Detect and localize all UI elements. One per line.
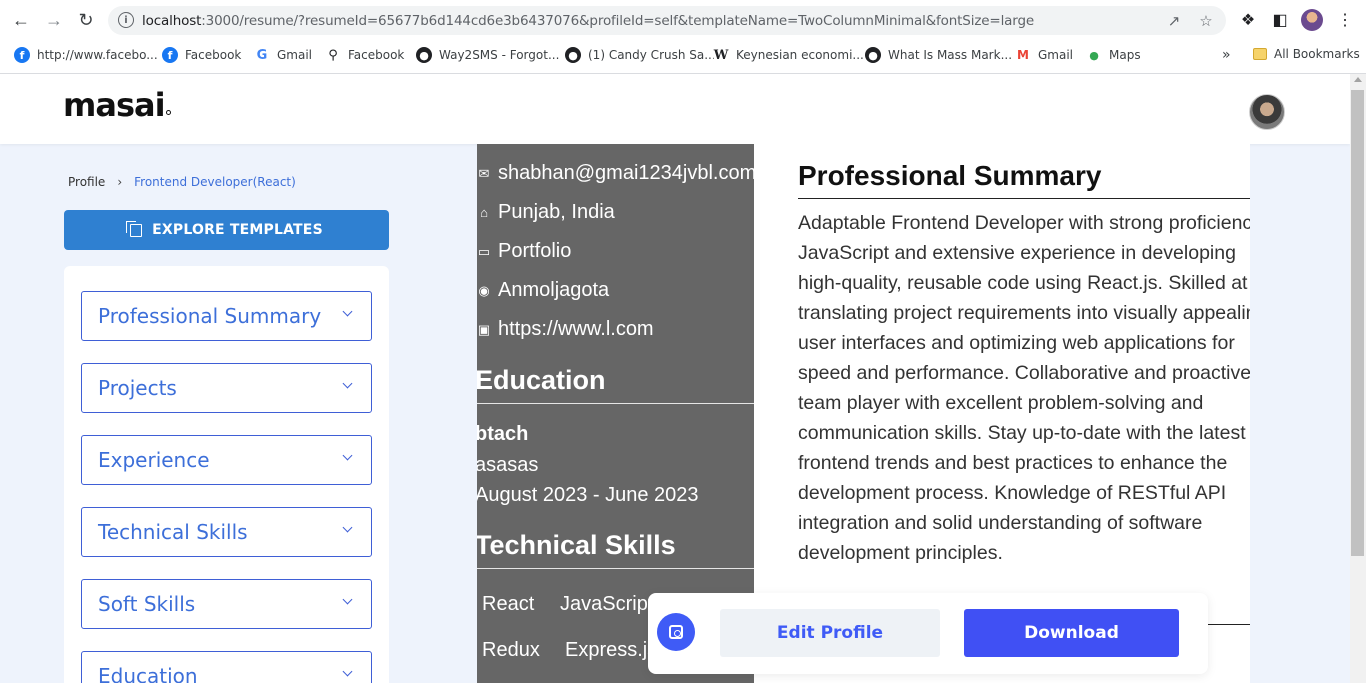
- url-text[interactable]: localhost:3000/resume/?resumeId=65677b6d…: [142, 13, 1034, 29]
- technical-skills-heading: Technical Skills: [477, 530, 676, 560]
- bookmarks-bar: f http://www.facebo... f Facebook G Gmail ⚲…: [0, 43, 1366, 67]
- education-dates: August 2023 - June 2023: [477, 484, 699, 506]
- share-icon[interactable]: ↗: [1166, 13, 1182, 30]
- explore-templates-button[interactable]: EXPLORE TEMPLATES: [64, 210, 389, 250]
- copy-icon: [126, 220, 143, 237]
- globe-icon: ●: [416, 47, 432, 63]
- divider: [477, 568, 754, 569]
- chevron-down-icon: [342, 306, 353, 317]
- bookmark-item[interactable]: ● What Is Mass Mark...: [865, 47, 1012, 63]
- divider: [477, 403, 754, 404]
- masai-logo[interactable]: masai: [63, 86, 171, 124]
- bookmark-item[interactable]: G Gmail: [254, 47, 312, 63]
- linkedin-icon: ▣: [477, 321, 491, 337]
- menu-icon[interactable]: ⋮: [1335, 10, 1355, 30]
- browser-profile-avatar[interactable]: [1301, 9, 1323, 31]
- google-icon: G: [254, 47, 270, 63]
- chevron-down-icon: [342, 594, 353, 605]
- bookmark-item[interactable]: ⚲ Facebook: [325, 47, 404, 63]
- contact-portfolio[interactable]: ▭ Portfolio: [477, 240, 572, 263]
- bookmark-star-icon[interactable]: ☆: [1198, 13, 1214, 30]
- edit-profile-button[interactable]: Edit Profile: [720, 609, 940, 657]
- section-education[interactable]: Education: [81, 651, 372, 683]
- email-icon: ✉: [478, 165, 490, 181]
- bookmark-item[interactable]: f http://www.facebo...: [14, 47, 158, 63]
- side-panel-icon[interactable]: ◧: [1270, 10, 1290, 30]
- contact-linkedin[interactable]: ▣ https://www.l.com: [477, 318, 654, 341]
- section-professional-summary[interactable]: Professional Summary: [81, 291, 372, 341]
- preview-button[interactable]: [657, 613, 695, 651]
- scroll-up-icon[interactable]: [1354, 77, 1362, 82]
- user-avatar[interactable]: [1249, 94, 1285, 130]
- all-bookmarks[interactable]: All Bookmarks: [1253, 47, 1360, 61]
- skill-item: JavaScript: [560, 593, 654, 615]
- education-school: asasas: [477, 454, 539, 476]
- skill-item: Redux: [482, 639, 540, 661]
- professional-summary-heading: Professional Summary: [798, 160, 1102, 191]
- globe-icon: ●: [565, 47, 581, 63]
- section-projects[interactable]: Projects: [81, 363, 372, 413]
- back-icon[interactable]: ←: [9, 8, 33, 32]
- maps-icon: ●: [1086, 47, 1102, 63]
- contact-email: ✉ shabhan@gmai1234jvbl.com: [478, 162, 754, 184]
- chevron-down-icon: [342, 666, 353, 677]
- section-technical-skills[interactable]: Technical Skills: [81, 507, 372, 557]
- globe-icon: ●: [865, 47, 881, 63]
- gmail-icon: M: [1015, 47, 1031, 63]
- breadcrumb-current[interactable]: Frontend Developer(React): [134, 175, 296, 189]
- contact-github[interactable]: ◉ Anmoljagota: [477, 279, 609, 302]
- bookmark-item[interactable]: M Gmail: [1015, 47, 1073, 63]
- page: masai Profile › Frontend Developer(React…: [0, 74, 1350, 683]
- bookmark-item[interactable]: W Keynesian economi...: [713, 47, 864, 63]
- reload-icon[interactable]: ↻: [74, 8, 98, 32]
- bookmark-item[interactable]: ● Maps: [1086, 47, 1141, 63]
- wikipedia-icon: W: [713, 47, 729, 63]
- education-heading: Education: [477, 365, 606, 395]
- chevron-right-icon: ›: [117, 175, 123, 189]
- education-degree: btach: [477, 423, 529, 445]
- chevron-down-icon: [342, 522, 353, 533]
- browser-chrome: ← → ↻ i localhost:3000/resume/?resumeId=…: [0, 0, 1366, 74]
- folder-icon: ▭: [477, 243, 491, 259]
- folder-icon: [1253, 48, 1267, 60]
- site-info-icon[interactable]: i: [118, 12, 134, 28]
- section-experience[interactable]: Experience: [81, 435, 372, 485]
- skill-item: Express.js: [565, 639, 658, 661]
- professional-summary-text: Adaptable Frontend Developer with strong…: [798, 212, 1250, 564]
- contact-location: ⌂ Punjab, India: [477, 201, 615, 224]
- extensions-icon[interactable]: ❖: [1238, 10, 1258, 30]
- download-button[interactable]: Download: [964, 609, 1179, 657]
- section-soft-skills[interactable]: Soft Skills: [81, 579, 372, 629]
- bookmark-item[interactable]: ● (1) Candy Crush Sa...: [565, 47, 716, 63]
- more-bookmarks-chevron[interactable]: »: [1222, 47, 1231, 63]
- site-header: masai: [0, 74, 1350, 144]
- sections-card: Professional Summary Projects Experience…: [64, 266, 389, 683]
- chevron-down-icon: [342, 450, 353, 461]
- scrollbar-thumb[interactable]: [1351, 90, 1364, 556]
- key-icon: ⚲: [325, 47, 341, 63]
- facebook-icon: f: [162, 47, 178, 63]
- bookmark-item[interactable]: ● Way2SMS - Forgot...: [416, 47, 559, 63]
- github-icon: ◉: [478, 282, 490, 298]
- divider: [798, 198, 1250, 199]
- browser-toolbar: ← → ↻ i localhost:3000/resume/?resumeId=…: [0, 0, 1366, 40]
- skill-item: React: [482, 593, 535, 615]
- search-doc-icon: [669, 625, 683, 639]
- bookmark-item[interactable]: f Facebook: [162, 47, 241, 63]
- chevron-down-icon: [342, 378, 353, 389]
- address-bar[interactable]: i localhost:3000/resume/?resumeId=65677b…: [108, 6, 1226, 35]
- action-bar: Edit Profile Download: [648, 593, 1208, 674]
- home-icon: ⌂: [480, 205, 488, 220]
- forward-icon[interactable]: →: [42, 8, 66, 32]
- page-scrollbar[interactable]: [1350, 74, 1366, 683]
- breadcrumb: Profile › Frontend Developer(React): [68, 175, 296, 189]
- facebook-icon: f: [14, 47, 30, 63]
- breadcrumb-profile[interactable]: Profile: [68, 175, 105, 189]
